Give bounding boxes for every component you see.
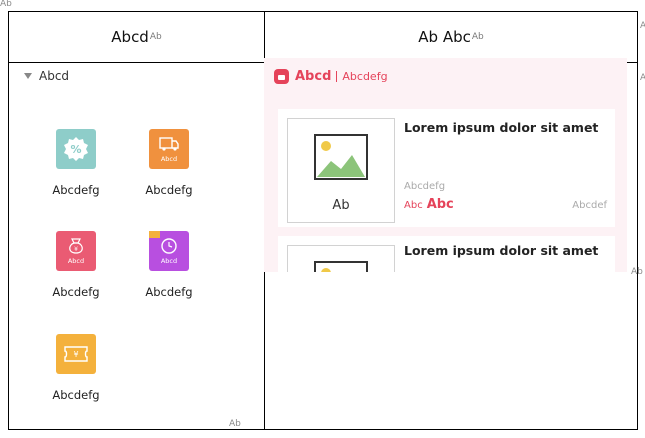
component-clearance[interactable]: Abcd Abcdefg: [114, 129, 224, 197]
sold-count: Abcdef: [572, 200, 607, 211]
price-label: Abc: [404, 200, 423, 211]
svg-text:¥: ¥: [73, 350, 78, 359]
row-end-mark: Ab: [640, 21, 645, 31]
component-label: Abcdefg: [145, 183, 193, 197]
money-bag-icon: [274, 69, 289, 84]
image-caption: Ab: [332, 198, 350, 213]
product-card[interactable]: Lorem ipsum dolor sit amet: [278, 236, 615, 272]
header-label-components: Abcd: [111, 28, 149, 46]
product-name: Lorem ipsum dolor sit amet: [404, 120, 599, 135]
product-image-placeholder: [287, 245, 395, 272]
money-bag-icon: ¥ Abcd: [56, 231, 96, 271]
header-cell-components: Abcd Ab: [9, 12, 264, 62]
truck-clearance-icon: Abcd: [149, 129, 189, 169]
paragraph-mark: Ab: [631, 267, 643, 277]
product-name: Lorem ipsum dolor sit amet: [404, 243, 599, 258]
group-title: Abcd: [39, 69, 70, 83]
c-end-preview: Abcd Abcdefg Ab Lorem ipsum dolor sit am…: [264, 58, 627, 272]
subsidy-subtitle: Abcdefg: [342, 70, 388, 83]
price-value: Abc: [426, 197, 454, 212]
component-label: Abcdefg: [52, 388, 100, 402]
coupon-icon: ¥: [56, 334, 96, 374]
corner-mark: Ab: [0, 0, 12, 9]
reference-price: Abcdefg: [404, 181, 446, 192]
product-image-placeholder: Ab: [287, 118, 395, 223]
header-label-effect: Ab Abc: [418, 28, 471, 46]
product-card[interactable]: Ab Lorem ipsum dolor sit amet Abcdefg Ab…: [278, 109, 615, 227]
percent-badge-icon: %: [56, 129, 96, 169]
collapse-triangle-icon[interactable]: [24, 73, 32, 79]
title-divider: [336, 71, 338, 82]
subsidy-price: Abc Abc: [404, 197, 454, 212]
image-placeholder-icon: [314, 261, 368, 272]
component-coupon-center[interactable]: ¥ Abcdefg: [21, 334, 131, 402]
svg-text:¥: ¥: [74, 246, 78, 253]
subsidy-header: Abcd Abcdefg: [274, 69, 388, 84]
paragraph-mark: Ab: [229, 419, 241, 429]
component-label: Abcdefg: [145, 285, 193, 299]
subsidy-title: Abcd: [295, 69, 332, 84]
alarm-clock-icon: Abcd: [149, 231, 189, 271]
component-flash-sale[interactable]: Abcd Abcdefg: [114, 231, 224, 299]
header-cell-effect: Ab Abc Ab: [265, 12, 637, 62]
paragraph-mark: Ab: [471, 32, 484, 42]
marketing-components-group[interactable]: Abcd: [24, 69, 69, 83]
paragraph-mark: Ab: [149, 32, 162, 42]
svg-text:%: %: [70, 143, 81, 156]
row-end-mark: Ab: [640, 73, 645, 83]
